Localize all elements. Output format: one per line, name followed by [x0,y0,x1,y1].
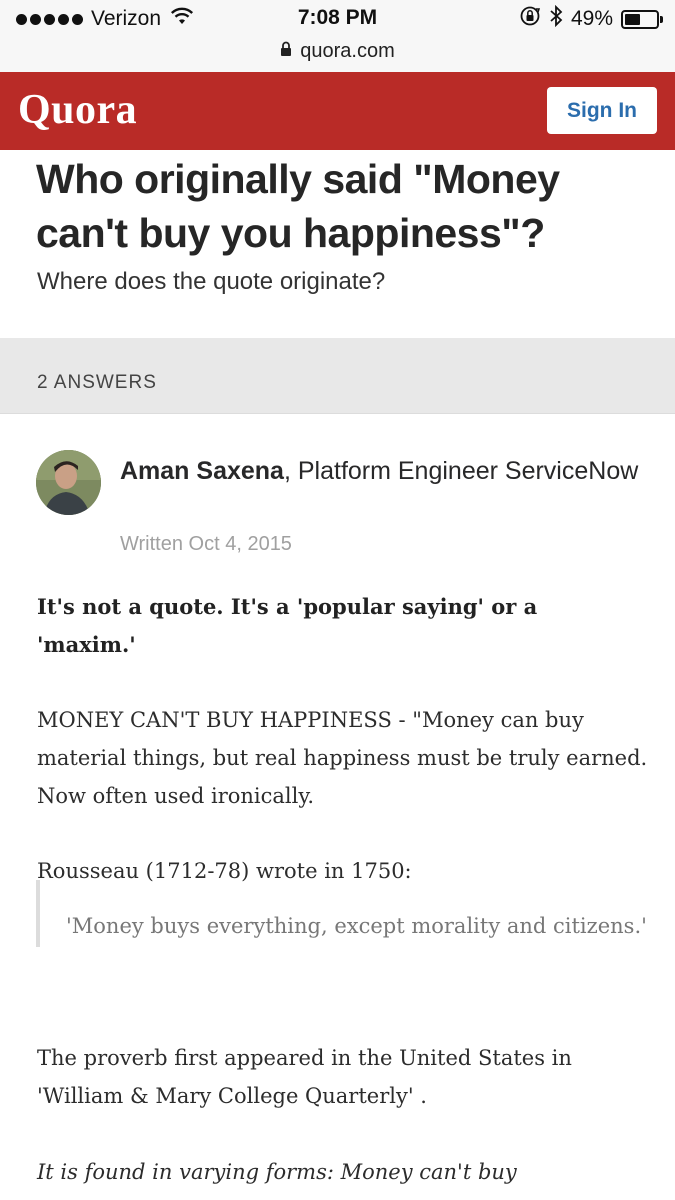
url-bar[interactable]: quora.com [0,36,675,66]
answer-author: Aman Saxena, Platform Engineer ServiceNo… [120,452,640,490]
blockquote-text: 'Money buys everything, except morality … [66,914,647,938]
answers-count: 2 ANSWERS [37,372,157,393]
battery-icon [621,9,663,29]
sign-in-button[interactable]: Sign In [547,87,657,134]
status-right: 49% [519,4,663,33]
lock-icon [280,40,292,63]
battery-fill [625,13,640,25]
answer-date[interactable]: Written Oct 4, 2015 [120,533,292,556]
battery-percent: 49% [570,7,613,30]
question-title[interactable]: Who originally said "Money can't buy you… [36,152,646,260]
orientation-lock-icon [519,5,541,33]
author-credential: , Platform Engineer ServiceNow [283,457,639,485]
status-bar: Verizon 7:08 PM 49% quora.com [0,0,675,72]
answers-count-bar: 2 ANSWERS [0,338,675,414]
quora-logo[interactable]: Quora [18,86,137,134]
answer-lead: It's not a quote. It's a 'popular saying… [37,594,538,657]
avatar[interactable] [36,450,101,515]
answer-paragraph: MONEY CAN'T BUY HAPPINESS - "Money can b… [37,708,648,808]
url-domain: quora.com [300,39,395,62]
author-name[interactable]: Aman Saxena [120,457,284,485]
site-header: Quora Sign In [0,72,675,150]
bluetooth-icon [549,4,563,33]
answer-blockquote: 'Money buys everything, except morality … [36,880,651,947]
answer-paragraph: It is found in varying forms: Money can'… [37,1160,517,1184]
answer-paragraph: The proverb first appeared in the United… [37,1046,572,1108]
question-detail: Where does the quote originate? [37,268,386,295]
